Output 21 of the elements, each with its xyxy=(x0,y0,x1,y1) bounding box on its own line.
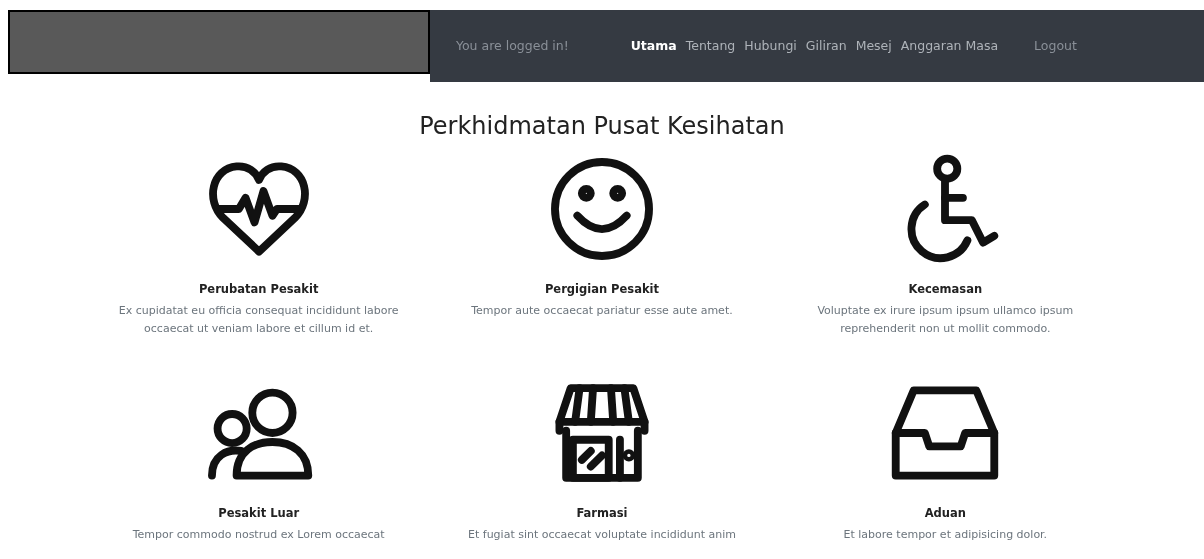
service-title: Farmasi xyxy=(575,505,629,523)
service-description: Et fugiat sint occaecat voluptate incididunt anim xyxy=(467,527,737,544)
login-status: You are logged in! xyxy=(456,36,569,55)
nav-link[interactable]: Hubungi xyxy=(744,36,797,56)
service-description: Tempor aute occaecat pariatur esse aute amet. xyxy=(470,303,734,320)
service-title: Kecemasan xyxy=(907,280,984,298)
service-description: Voluptate ex irure ipsum ipsum ullamco ipsum reprehenderit non ut mollit commodo. xyxy=(816,303,1075,337)
nav-link[interactable]: Utama xyxy=(630,36,677,56)
nav-link[interactable]: Mesej xyxy=(855,36,892,56)
service-description: Tempor commodo nostrud ex Lorem occaecat xyxy=(131,527,386,544)
service-title: Pergigian Pesakit xyxy=(543,280,661,298)
nav-link[interactable]: Giliran xyxy=(805,36,847,56)
service-title: Pesakit Luar xyxy=(217,505,301,523)
service-title: Perubatan Pesakit xyxy=(197,280,320,298)
logout-link[interactable]: Logout xyxy=(1034,36,1077,56)
nav-link[interactable]: Anggaran Masa xyxy=(900,36,999,56)
service-description: Et labore tempor et adipisicing dolor. xyxy=(842,527,1049,544)
service-description: Ex cupidatat eu officia consequat incididunt labore occaecat ut veniam labore et cillum id et. xyxy=(117,303,400,337)
service-title: Aduan xyxy=(923,505,967,523)
nav-link[interactable]: Tentang xyxy=(685,36,736,56)
page-heading: Perkhidmatan Pusat Kesihatan xyxy=(418,112,786,141)
